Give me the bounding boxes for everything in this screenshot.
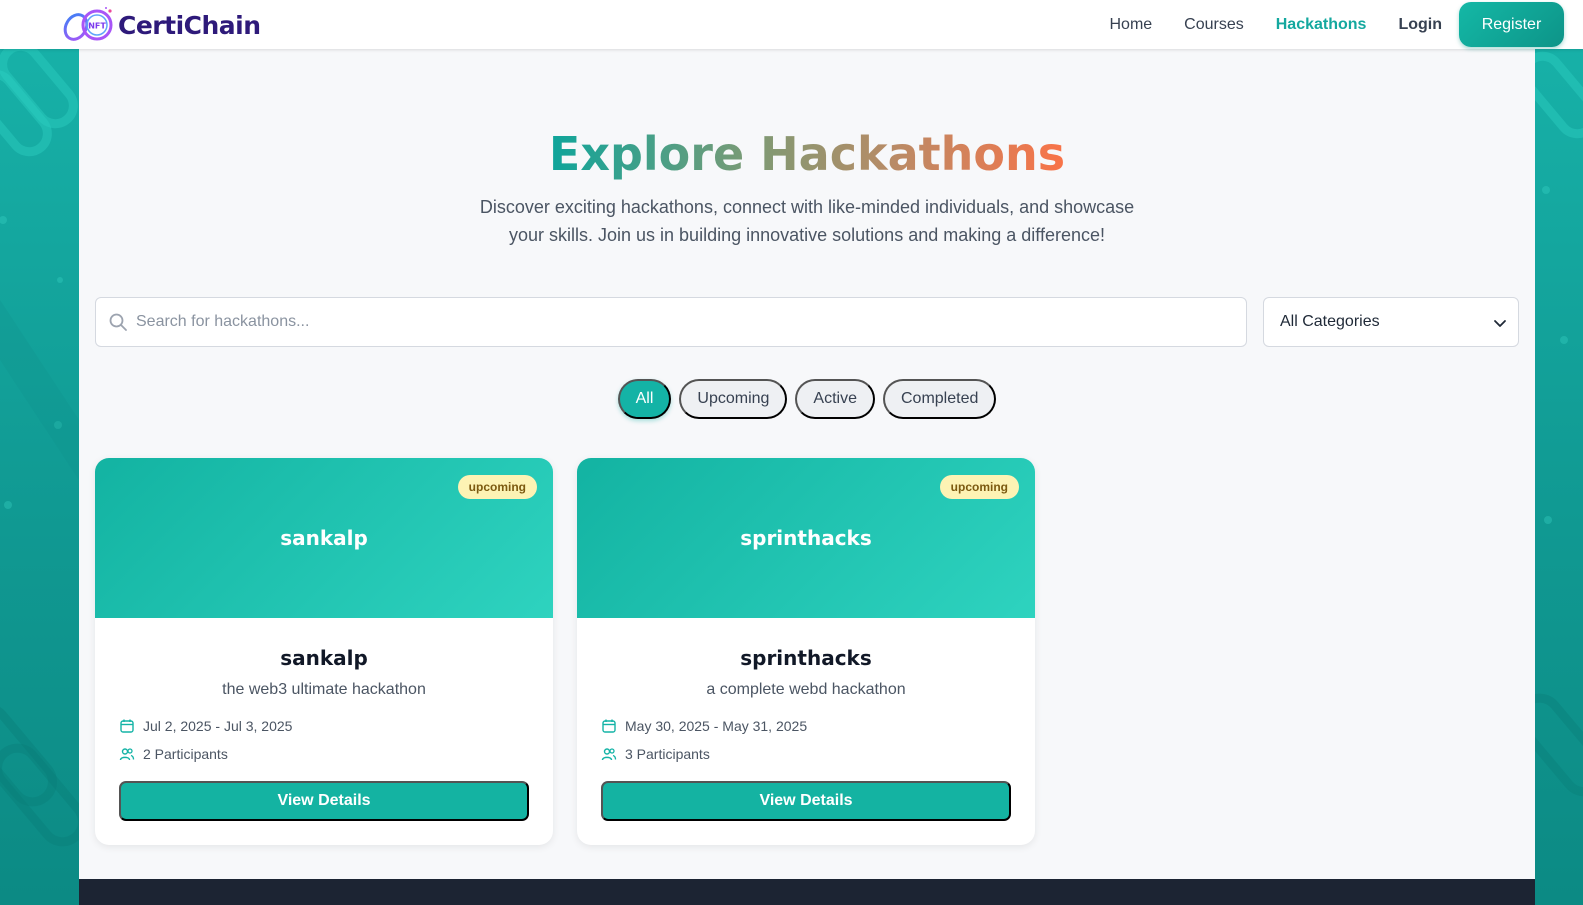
hackathon-card: upcoming sprinthacks sprinthacks a compl… xyxy=(577,458,1035,845)
filter-upcoming-tab[interactable]: Upcoming xyxy=(679,379,788,419)
nft-badge-text: NFT xyxy=(88,22,106,31)
card-banner: upcoming sankalp xyxy=(95,458,553,618)
filter-all-tab[interactable]: All xyxy=(617,379,672,419)
card-participants: 2 Participants xyxy=(119,744,228,764)
card-dates: May 30, 2025 - May 31, 2025 xyxy=(601,716,807,736)
view-details-button[interactable]: View Details xyxy=(601,781,1011,821)
background-left-panel xyxy=(0,0,79,905)
search-input[interactable] xyxy=(136,298,1236,346)
footer xyxy=(79,879,1535,905)
page-subtitle: Discover exciting hackathons, connect wi… xyxy=(79,193,1535,249)
card-description: a complete webd hackathon xyxy=(706,681,906,698)
card-body: sankalp the web3 ultimate hackathon Jul … xyxy=(95,618,553,845)
search-bar xyxy=(95,297,1247,347)
subtitle-line-2: your skills. Join us in building innovat… xyxy=(508,225,1105,245)
category-select-value: All Categories xyxy=(1280,313,1380,330)
page-title-text: Explore Hackathons xyxy=(548,127,1066,181)
nav-links: Home Courses Hackathons Login Register xyxy=(1077,0,1564,49)
card-description: the web3 ultimate hackathon xyxy=(222,681,426,698)
card-dates-text: Jul 2, 2025 - Jul 3, 2025 xyxy=(143,718,293,734)
nav-courses-link[interactable]: Courses xyxy=(1184,16,1244,34)
filter-active-tab[interactable]: Active xyxy=(795,379,875,419)
brand-logo[interactable]: NFT CertiChain xyxy=(62,6,261,44)
card-dates: Jul 2, 2025 - Jul 3, 2025 xyxy=(119,716,292,736)
card-dates-text: May 30, 2025 - May 31, 2025 xyxy=(625,718,808,734)
register-button[interactable]: Register xyxy=(1459,2,1564,47)
status-badge: upcoming xyxy=(939,475,1019,499)
card-participants: 3 Participants xyxy=(601,744,710,764)
chevron-down-icon xyxy=(1494,320,1506,327)
status-badge: upcoming xyxy=(457,475,537,499)
card-participants-text: 2 Participants xyxy=(143,746,228,762)
main-content: Explore Hackathons Discover exciting hac… xyxy=(79,49,1535,879)
card-title: sprinthacks xyxy=(740,646,872,670)
view-details-button[interactable]: View Details xyxy=(119,781,529,821)
nav-login-link[interactable]: Login xyxy=(1398,16,1442,34)
calendar-icon xyxy=(602,719,616,733)
background-right-panel xyxy=(1534,0,1583,905)
banner-title: sprinthacks xyxy=(740,526,872,550)
users-icon xyxy=(601,748,617,761)
calendar-icon xyxy=(120,719,134,733)
nav-home-link[interactable]: Home xyxy=(1109,16,1152,34)
top-navbar: NFT CertiChain Home Courses Hackathons L… xyxy=(0,0,1583,49)
category-select[interactable]: All Categories xyxy=(1263,297,1519,347)
chain-nft-logo-icon: NFT xyxy=(62,6,116,44)
users-icon xyxy=(119,748,135,761)
page-title: Explore Hackathons xyxy=(79,127,1535,181)
filter-completed-tab[interactable]: Completed xyxy=(883,379,997,419)
card-banner: upcoming sprinthacks xyxy=(577,458,1035,618)
brand-name: CertiChain xyxy=(118,10,261,40)
card-participants-text: 3 Participants xyxy=(625,746,710,762)
status-filter-tabs: All Upcoming Active Completed xyxy=(79,379,1535,419)
subtitle-line-1: Discover exciting hackathons, connect wi… xyxy=(479,197,1135,217)
search-icon xyxy=(109,313,127,331)
card-title: sankalp xyxy=(280,646,368,670)
card-body: sprinthacks a complete webd hackathon Ma… xyxy=(577,618,1035,845)
banner-title: sankalp xyxy=(280,526,368,550)
nav-hackathons-link[interactable]: Hackathons xyxy=(1276,16,1367,34)
hackathon-card: upcoming sankalp sankalp the web3 ultima… xyxy=(95,458,553,845)
